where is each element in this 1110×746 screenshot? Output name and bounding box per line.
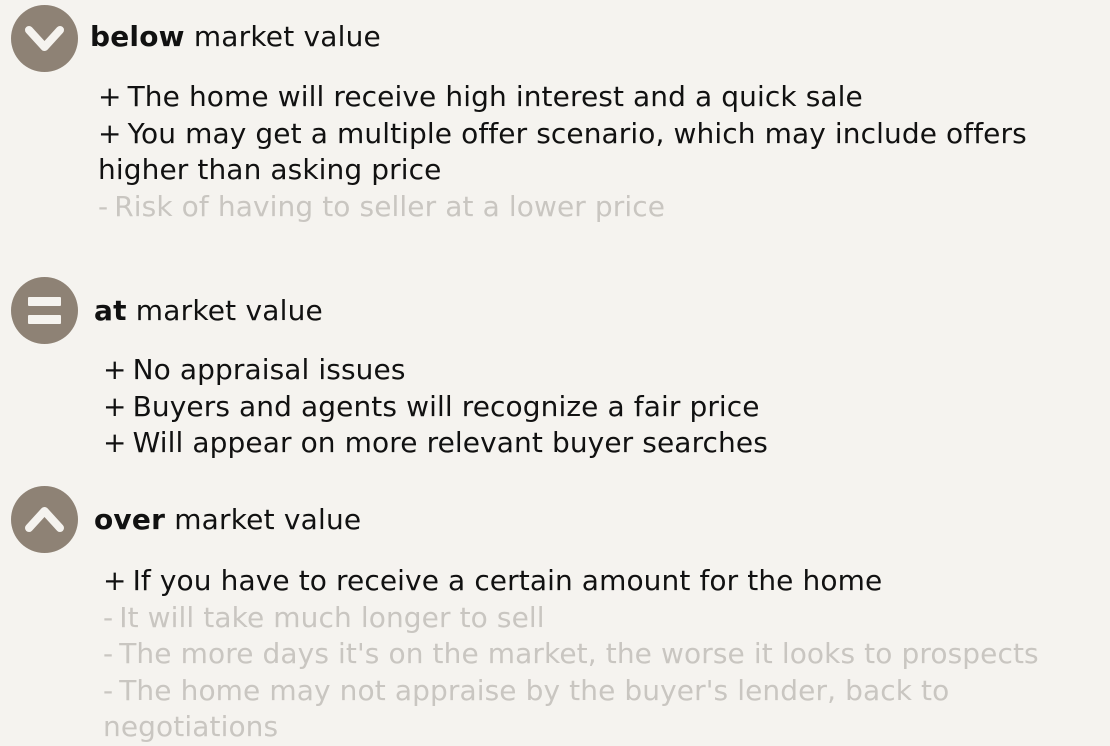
heading-rest: market value bbox=[165, 503, 362, 536]
item-sign: + bbox=[98, 116, 122, 150]
item-text: The home may not appraise by the buyer's… bbox=[103, 673, 950, 744]
item-text: The home will receive high interest and … bbox=[127, 80, 863, 113]
heading-over-market: over market value bbox=[94, 503, 361, 537]
item-sign: - bbox=[103, 637, 114, 670]
list-item: + If you have to receive a certain amount… bbox=[103, 563, 1108, 600]
item-text: It will take much longer to sell bbox=[119, 600, 545, 634]
item-text: The more days it's on the market, the wo… bbox=[119, 637, 1039, 670]
item-text: Risk of having to seller at a lower pric… bbox=[114, 189, 666, 223]
list-below-market: + The home will receive high interest and… bbox=[98, 79, 1103, 225]
item-sign: + bbox=[103, 564, 127, 597]
chevron-down-icon bbox=[11, 5, 78, 72]
item-text: Buyers and agents will recognize a fair … bbox=[132, 389, 760, 423]
item-sign: + bbox=[103, 426, 127, 459]
item-sign: + bbox=[103, 389, 127, 423]
list-at-market: + No appraisal issues + Buyers and agents … bbox=[103, 352, 1108, 462]
item-sign: - bbox=[98, 189, 109, 223]
heading-keyword: over bbox=[94, 503, 166, 536]
heading-below-market: below market value bbox=[90, 20, 381, 54]
chevron-up-icon bbox=[11, 486, 78, 553]
item-text: You may get a multiple offer scenario, w… bbox=[98, 116, 1027, 187]
list-item: - Risk of having to seller at a lower pri… bbox=[98, 189, 1103, 226]
item-text: No appraisal issues bbox=[132, 353, 406, 386]
item-sign: - bbox=[103, 600, 114, 634]
item-sign: - bbox=[103, 673, 114, 707]
heading-rest: market value bbox=[126, 294, 323, 327]
list-item: + No appraisal issues bbox=[103, 352, 1108, 389]
list-item: - The more days it's on the market, the w… bbox=[103, 636, 1108, 673]
list-item: + Will appear on more relevant buyer sear… bbox=[103, 425, 1108, 462]
item-sign: + bbox=[103, 353, 127, 386]
list-item: + The home will receive high interest and… bbox=[98, 79, 1103, 116]
list-over-market: + If you have to receive a certain amount… bbox=[103, 563, 1108, 746]
list-item: - It will take much longer to sell bbox=[103, 600, 1108, 637]
item-text: If you have to receive a certain amount … bbox=[132, 564, 883, 597]
list-item: + Buyers and agents will recognize a fair… bbox=[103, 389, 1108, 426]
item-sign: + bbox=[98, 80, 122, 113]
heading-keyword: below bbox=[90, 20, 185, 53]
list-item: - The home may not appraise by the buyer'… bbox=[103, 673, 1108, 746]
item-text: Will appear on more relevant buyer searc… bbox=[132, 426, 768, 459]
heading-at-market: at market value bbox=[94, 294, 323, 328]
list-item: + You may get a multiple offer scenario, … bbox=[98, 116, 1103, 189]
heading-keyword: at bbox=[94, 294, 127, 327]
equals-icon bbox=[11, 277, 78, 344]
heading-rest: market value bbox=[184, 20, 381, 53]
